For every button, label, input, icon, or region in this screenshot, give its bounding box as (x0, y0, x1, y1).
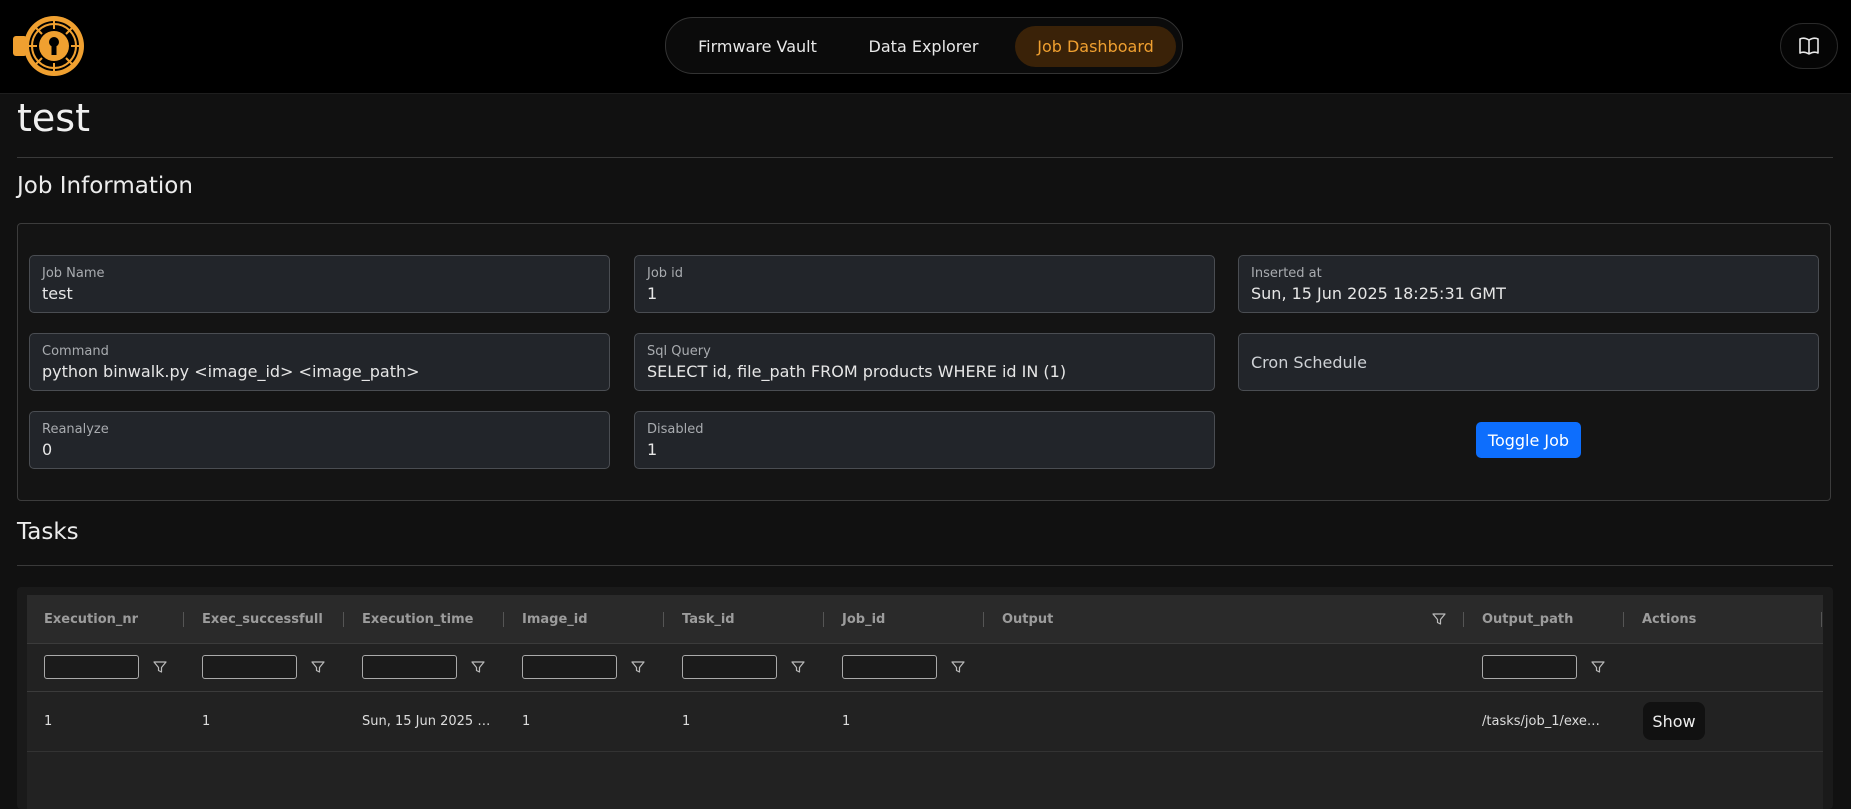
job-name-label: Job Name (42, 266, 105, 281)
filter-task-id (682, 655, 805, 679)
tasks-heading: Tasks (17, 519, 79, 545)
main-nav: Firmware Vault Data Explorer Job Dashboa… (665, 17, 1183, 74)
grid-header: Execution_nr Exec_successfull Execution_… (27, 595, 1823, 644)
filter-icon[interactable] (153, 660, 167, 674)
command-label: Command (42, 344, 109, 359)
filter-output-path (1482, 655, 1605, 679)
disabled-value: 1 (647, 440, 658, 459)
nav-firmware-vault[interactable]: Firmware Vault (676, 26, 839, 67)
col-resize-handle[interactable] (663, 612, 664, 627)
sql-query-field[interactable]: Sql Query SELECT id, file_path FROM prod… (634, 333, 1215, 391)
col-header-actions[interactable]: Actions (1625, 595, 1696, 644)
filter-icon[interactable] (951, 660, 965, 674)
filter-input-image-id[interactable] (522, 655, 617, 679)
filter-input-exec-successfull[interactable] (202, 655, 297, 679)
col-header-execution-time[interactable]: Execution_time (345, 595, 473, 644)
book-icon (1799, 37, 1819, 55)
disabled-field[interactable]: Disabled 1 (634, 411, 1215, 469)
sql-query-label: Sql Query (647, 344, 711, 359)
col-header-task-id[interactable]: Task_id (665, 595, 735, 644)
docs-button[interactable] (1780, 23, 1838, 69)
reanalyze-value: 0 (42, 440, 53, 459)
reanalyze-field[interactable]: Reanalyze 0 (29, 411, 610, 469)
job-name-value: test (42, 284, 73, 303)
filter-icon[interactable] (791, 660, 805, 674)
col-resize-handle[interactable] (503, 612, 504, 627)
cell-output (985, 692, 1465, 752)
col-resize-handle[interactable] (1463, 612, 1464, 627)
filter-input-task-id[interactable] (682, 655, 777, 679)
job-id-label: Job id (647, 266, 684, 281)
col-header-job-id[interactable]: Job_id (825, 595, 885, 644)
filter-job-id (842, 655, 965, 679)
cell-exec-successfull: 1 (202, 714, 211, 729)
col-header-output-path[interactable]: Output_path (1465, 595, 1573, 644)
keyhole-chip-logo[interactable] (13, 14, 85, 78)
command-value: python binwalk.py <image_id> <image_path… (42, 362, 420, 381)
cell-task-id: 1 (682, 714, 691, 729)
filter-image-id (522, 655, 645, 679)
nav-job-dashboard[interactable]: Job Dashboard (1015, 26, 1176, 67)
cell-execution-nr: 1 (44, 714, 53, 729)
filter-icon[interactable] (1591, 660, 1605, 674)
cron-schedule-placeholder: Cron Schedule (1251, 353, 1367, 372)
filter-input-job-id[interactable] (842, 655, 937, 679)
col-resize-handle[interactable] (1623, 612, 1624, 627)
filter-execution-nr (44, 655, 167, 679)
table-row[interactable]: 1 1 Sun, 15 Jun 2025 … 1 1 1 /tasks/job_… (27, 692, 1823, 752)
filter-icon[interactable] (631, 660, 645, 674)
filter-icon[interactable] (311, 660, 325, 674)
output-filter-icon[interactable] (1432, 612, 1446, 626)
cell-image-id: 1 (522, 714, 531, 729)
filter-input-execution-nr[interactable] (44, 655, 139, 679)
col-header-output[interactable]: Output (985, 595, 1053, 644)
col-resize-handle[interactable] (983, 612, 984, 627)
nav-data-explorer[interactable]: Data Explorer (846, 26, 1001, 67)
col-header-exec-successfull[interactable]: Exec_successfull (185, 595, 323, 644)
job-id-value: 1 (647, 284, 658, 303)
top-navbar: Firmware Vault Data Explorer Job Dashboa… (0, 0, 1851, 94)
col-header-image-id[interactable]: Image_id (505, 595, 588, 644)
tasks-grid: Execution_nr Exec_successfull Execution_… (27, 595, 1823, 809)
page-title: test (17, 96, 90, 140)
sql-query-value: SELECT id, file_path FROM products WHERE… (647, 362, 1067, 381)
col-resize-handle[interactable] (823, 612, 824, 627)
disabled-label: Disabled (647, 422, 704, 437)
cell-execution-time: Sun, 15 Jun 2025 … (362, 714, 491, 729)
filter-icon[interactable] (471, 660, 485, 674)
filter-input-execution-time[interactable] (362, 655, 457, 679)
inserted-at-field[interactable]: Inserted at Sun, 15 Jun 2025 18:25:31 GM… (1238, 255, 1819, 313)
show-task-button[interactable]: Show (1643, 702, 1705, 740)
filter-exec-successfull (202, 655, 325, 679)
col-resize-handle[interactable] (343, 612, 344, 627)
grid-filter-row (27, 644, 1823, 692)
filter-execution-time (362, 655, 485, 679)
title-divider (17, 157, 1833, 158)
inserted-at-value: Sun, 15 Jun 2025 18:25:31 GMT (1251, 284, 1506, 303)
job-info-heading: Job Information (17, 173, 193, 199)
cell-job-id: 1 (842, 714, 851, 729)
cell-output-path: /tasks/job_1/exe… (1482, 714, 1600, 729)
reanalyze-label: Reanalyze (42, 422, 109, 437)
col-header-execution-nr[interactable]: Execution_nr (27, 595, 138, 644)
tasks-grid-container: Execution_nr Exec_successfull Execution_… (17, 587, 1833, 809)
tasks-divider (17, 565, 1833, 566)
cron-schedule-field[interactable]: Cron Schedule (1238, 333, 1819, 391)
command-field[interactable]: Command python binwalk.py <image_id> <im… (29, 333, 610, 391)
col-resize-handle[interactable] (1821, 612, 1822, 627)
col-resize-handle[interactable] (183, 612, 184, 627)
inserted-at-label: Inserted at (1251, 266, 1322, 281)
toggle-job-button[interactable]: Toggle Job (1476, 422, 1581, 458)
job-id-field[interactable]: Job id 1 (634, 255, 1215, 313)
job-name-field[interactable]: Job Name test (29, 255, 610, 313)
filter-input-output-path[interactable] (1482, 655, 1577, 679)
